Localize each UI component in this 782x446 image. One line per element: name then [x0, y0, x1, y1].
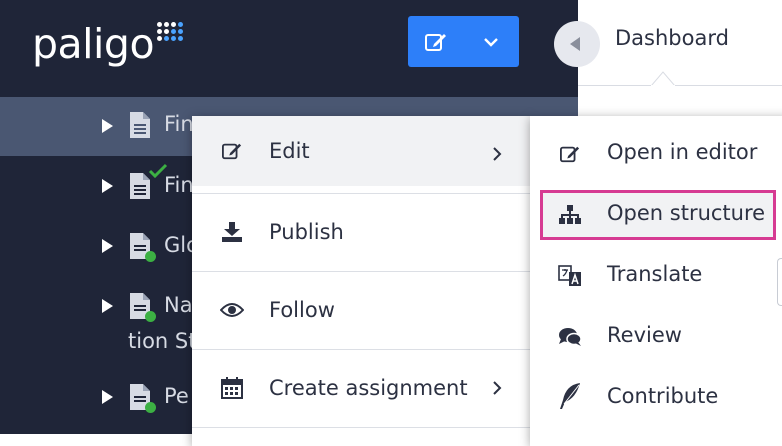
submenu-item-label: Open in editor — [607, 140, 758, 164]
submenu-item-translate[interactable]: Translate — [530, 246, 782, 306]
edit-icon — [220, 139, 244, 163]
logo-dots-icon — [157, 22, 184, 41]
panel-resize-handle[interactable] — [777, 258, 782, 306]
context-menu: Edit Publish Follow Create assignment — [192, 116, 530, 446]
submenu-item-label: Review — [607, 323, 682, 347]
paligo-logo: paligo — [32, 20, 184, 70]
collapse-panel-button[interactable] — [554, 21, 600, 67]
chevron-right-icon — [493, 147, 502, 161]
translate-icon — [557, 263, 583, 289]
expand-arrow-icon[interactable] — [102, 239, 113, 253]
edit-icon — [557, 141, 583, 167]
tree-row-label: Pe — [164, 384, 189, 408]
chevron-right-icon — [493, 381, 502, 395]
status-dot-icon — [145, 402, 156, 413]
feather-icon — [557, 383, 583, 409]
submenu-item-label: Translate — [607, 262, 703, 286]
menu-item-label: Follow — [269, 298, 335, 322]
submenu-item-open-structure[interactable]: Open structure — [530, 185, 782, 245]
status-dot-icon — [145, 311, 156, 322]
menu-item-publish[interactable]: Publish — [192, 194, 530, 270]
menu-item-create-assignment[interactable]: Create assignment — [192, 350, 530, 426]
expand-arrow-icon[interactable] — [102, 390, 113, 404]
submenu-item-label: Open structure — [607, 201, 766, 225]
edit-split-button[interactable] — [408, 16, 519, 67]
tree-row-label-continued: tion St — [128, 329, 197, 353]
chevron-down-icon — [484, 37, 499, 47]
expand-arrow-icon[interactable] — [102, 119, 113, 133]
expand-arrow-icon[interactable] — [102, 299, 113, 313]
logo-text: paligo — [32, 20, 155, 68]
submenu-item-contribute[interactable]: Contribute — [530, 368, 782, 428]
edit-button[interactable] — [408, 16, 464, 67]
menu-divider — [192, 427, 530, 428]
submenu-item-review[interactable]: Review — [530, 307, 782, 367]
comments-icon — [557, 324, 583, 350]
expand-arrow-icon[interactable] — [102, 179, 113, 193]
edit-dropdown-button[interactable] — [464, 16, 520, 67]
status-dot-icon — [145, 251, 156, 262]
menu-item-edit[interactable]: Edit — [192, 116, 530, 186]
tab-indicator-icon — [651, 71, 675, 94]
menu-item-label: Edit — [269, 139, 310, 163]
edit-icon — [424, 33, 446, 51]
chevron-left-icon — [570, 37, 580, 51]
menu-item-follow[interactable]: Follow — [192, 272, 530, 348]
document-icon — [130, 112, 150, 138]
eye-icon — [220, 298, 244, 322]
menu-item-label: Create assignment — [269, 376, 468, 400]
tree-row-label: Fin — [164, 173, 194, 197]
submenu-item-label: Contribute — [607, 384, 719, 408]
calendar-icon — [220, 376, 244, 400]
tab-divider — [578, 85, 782, 86]
submenu-item-open-in-editor[interactable]: Open in editor — [530, 124, 782, 184]
tree-row-label: Na — [164, 293, 193, 317]
sitemap-icon — [557, 202, 583, 228]
download-icon — [220, 220, 244, 244]
menu-item-label: Publish — [269, 220, 344, 244]
tree-row-label: Fin — [164, 112, 194, 136]
dashboard-tab[interactable]: Dashboard — [615, 26, 729, 50]
